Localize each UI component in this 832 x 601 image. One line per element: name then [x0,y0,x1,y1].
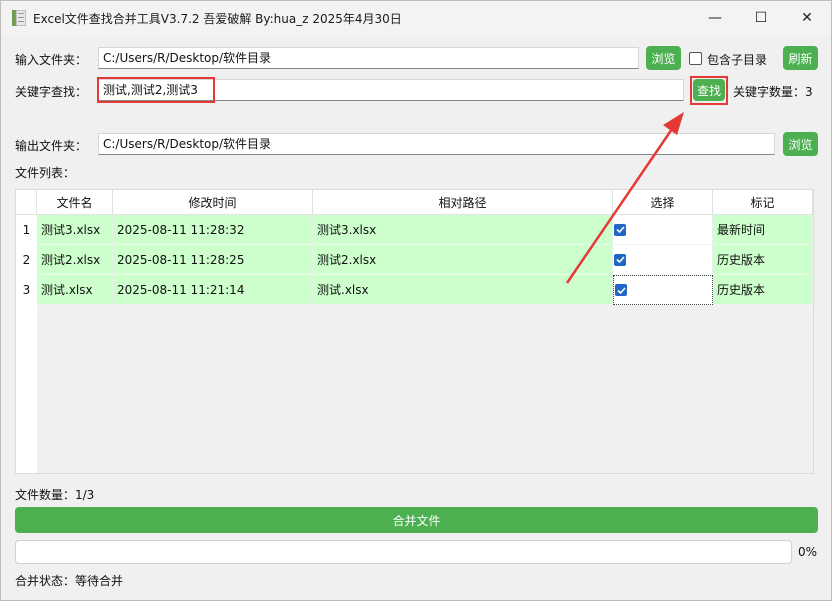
progress-percent: 0% [798,545,818,559]
file-count: 文件数量：1/3 [15,488,95,502]
merge-files-button[interactable]: 合并文件 [15,507,818,533]
merge-status: 合并状态：等待合并 [15,574,124,588]
merge-progress-bar [15,540,792,564]
app-window: Excel文件查找合并工具V3.7.2 吾爱破解 By:hua_z 2025年4… [0,0,832,601]
